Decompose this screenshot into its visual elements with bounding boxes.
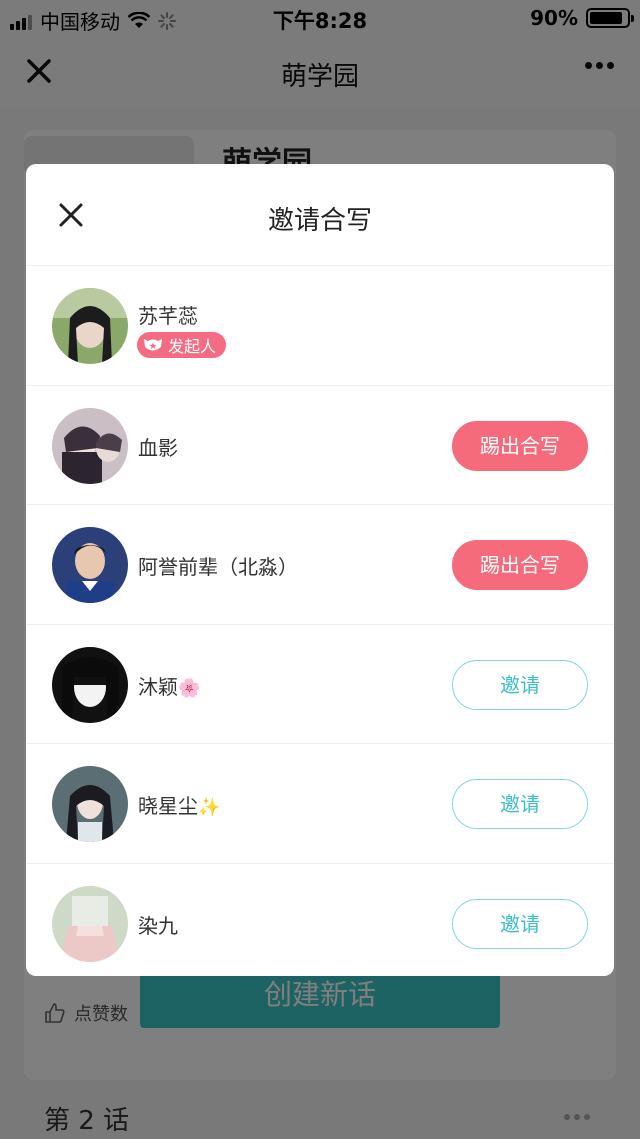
member-name: 沐颖🌸 (138, 674, 201, 699)
modal-header: 邀请合写 (26, 164, 614, 266)
initiator-badge: 发起人 (137, 332, 227, 358)
member-row: 沐颖🌸 邀请 (26, 625, 614, 744)
avatar (52, 527, 128, 603)
member-row: 染九 邀请 (26, 864, 614, 977)
member-row: 血影 踢出合写 (26, 386, 614, 505)
star-icon (144, 339, 162, 351)
kick-button[interactable]: 踢出合写 (452, 420, 588, 471)
member-row: 阿誉前辈（北淼） 踢出合写 (26, 505, 614, 625)
avatar (52, 407, 128, 484)
avatar (52, 288, 128, 364)
sparkles-icon: ✨ (198, 797, 221, 818)
avatar (52, 646, 128, 723)
flower-icon: 🌸 (178, 677, 201, 699)
badge-label: 发起人 (168, 337, 217, 356)
member-row: 苏芊蕊 发起人 (26, 266, 614, 386)
invite-modal: 邀请合写 苏芊蕊 发起人 血影 踢出合写 阿誉前辈（北淼） 踢出合写 沐颖🌸 邀… (26, 164, 614, 976)
member-name: 染九 (138, 913, 178, 938)
member-name: 血影 (138, 435, 178, 460)
invite-button[interactable]: 邀请 (452, 779, 588, 829)
avatar (52, 766, 128, 842)
member-name: 苏芊蕊 (138, 304, 198, 328)
kick-button[interactable]: 踢出合写 (452, 540, 588, 590)
invite-button[interactable]: 邀请 (452, 898, 588, 949)
member-name: 阿誉前辈（北淼） (138, 555, 298, 579)
member-name: 晓星尘✨ (138, 794, 221, 818)
modal-title: 邀请合写 (267, 206, 372, 236)
invite-button[interactable]: 邀请 (452, 659, 588, 710)
avatar (52, 885, 128, 962)
member-row: 晓星尘✨ 邀请 (26, 744, 614, 864)
